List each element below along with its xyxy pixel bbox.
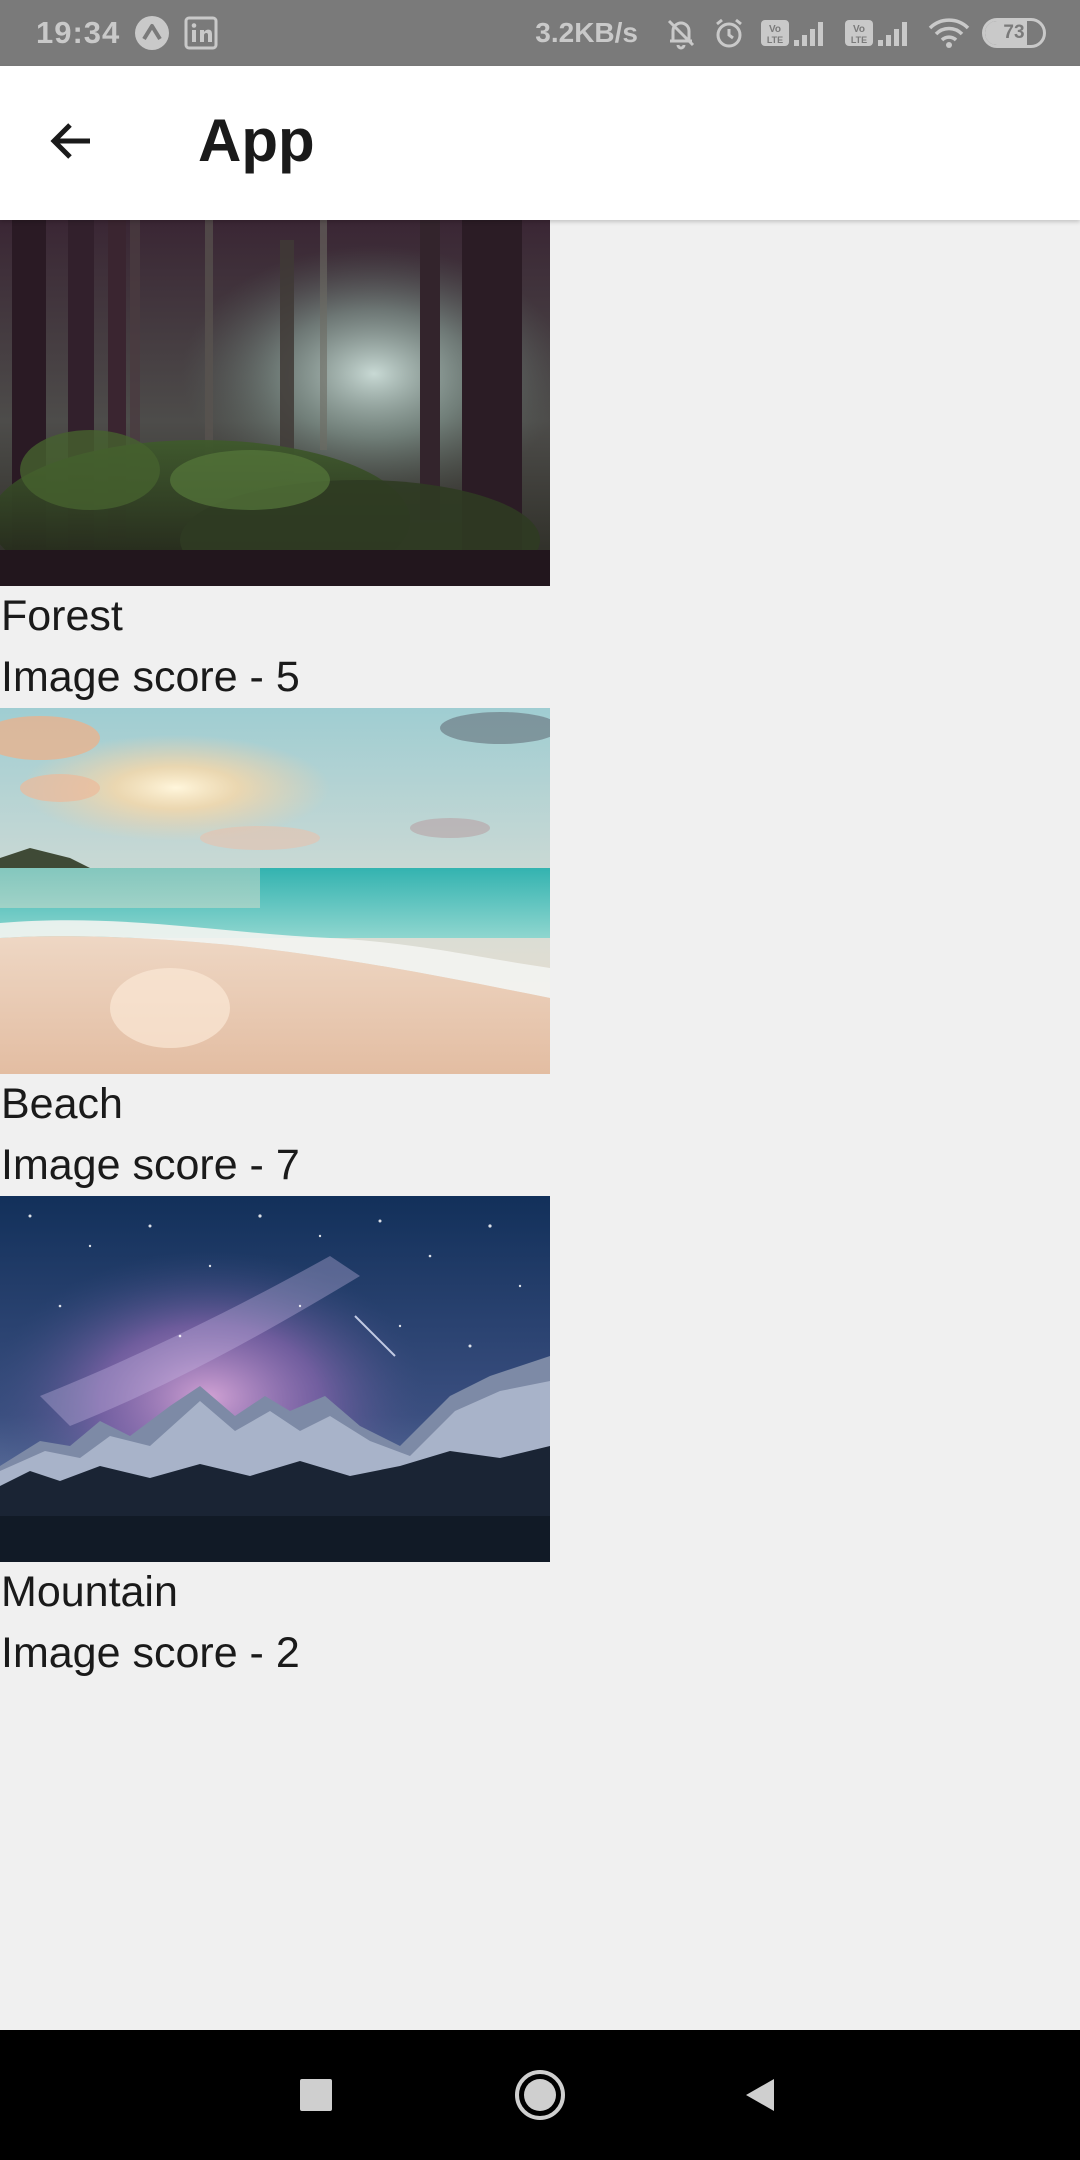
item-score: Image score - 2 <box>1 1629 300 1677</box>
bell-off-icon <box>664 16 698 50</box>
triangle-back-icon <box>746 2079 774 2111</box>
item-score: Image score - 5 <box>1 653 300 701</box>
mountain-image <box>0 1196 550 1562</box>
page-title: App <box>198 107 315 174</box>
system-nav-bar <box>0 2030 1080 2160</box>
svg-text:LTE: LTE <box>767 35 783 45</box>
home-button[interactable] <box>505 2060 575 2130</box>
list-item[interactable]: Mountain Image score - 2 <box>0 1196 550 1684</box>
network-speed: 3.2KB/s <box>535 17 638 48</box>
alarm-icon <box>712 16 746 50</box>
image-list: Forest Image score - 5 Beach Image score… <box>0 220 1080 1684</box>
battery-level: 73 <box>1003 22 1025 43</box>
circle-icon <box>515 2070 565 2120</box>
item-title: Forest <box>1 592 123 640</box>
status-time: 19:34 <box>36 15 121 50</box>
arrow-left-icon <box>50 123 90 159</box>
beach-image <box>0 708 550 1074</box>
nav-back-button[interactable] <box>725 2060 795 2130</box>
svg-text:Vo: Vo <box>769 24 781 35</box>
recents-button[interactable] <box>281 2060 351 2130</box>
square-icon <box>300 2079 332 2111</box>
item-title: Mountain <box>1 1568 178 1616</box>
volte-signal-icon: Vo LTE <box>760 16 830 50</box>
app-bar: App <box>0 66 1080 220</box>
forest-image <box>0 220 550 586</box>
svg-text:Vo: Vo <box>853 24 865 35</box>
linkedin-icon <box>184 16 218 50</box>
svg-text:LTE: LTE <box>851 35 867 45</box>
back-button[interactable] <box>32 101 112 181</box>
list-item[interactable]: Beach Image score - 7 <box>0 708 550 1196</box>
item-title: Beach <box>1 1080 123 1128</box>
navigation-app-icon <box>134 15 170 51</box>
status-bar: 19:34 3.2KB/s Vo LTE Vo LTE 73 <box>0 0 1080 66</box>
battery-icon: 73 <box>982 18 1046 48</box>
list-item[interactable]: Forest Image score - 5 <box>0 220 550 708</box>
volte-signal-icon-2: Vo LTE <box>844 16 914 50</box>
item-score: Image score - 7 <box>1 1141 300 1189</box>
wifi-icon <box>928 16 970 50</box>
